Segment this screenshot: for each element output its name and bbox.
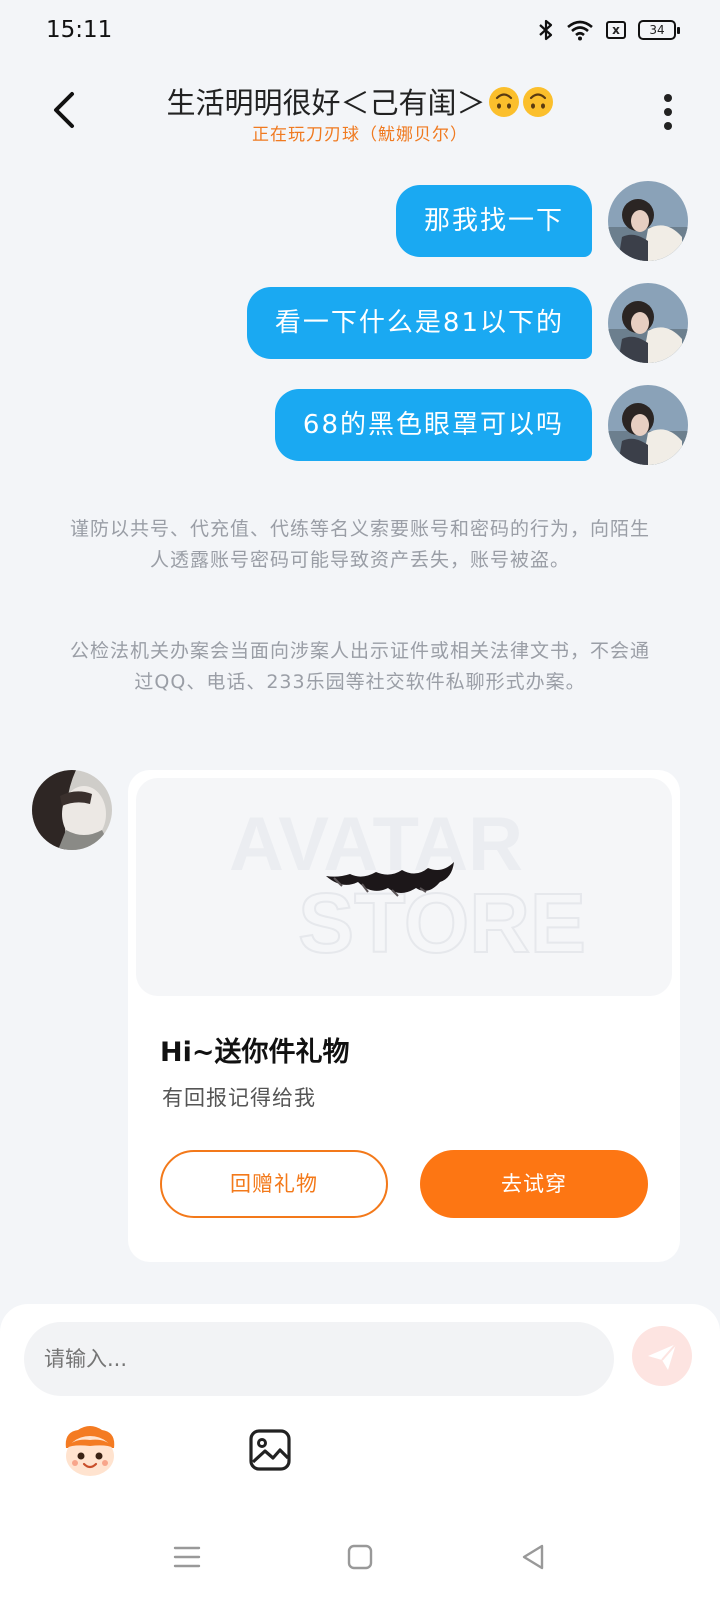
send-icon (648, 1343, 677, 1370)
message-bubble[interactable]: 看一下什么是81以下的 (246, 287, 592, 359)
gift-card[interactable]: AVATAR STORE Hi~送你件礼物 有回报记得给我 回赠礼物 去试穿 (128, 770, 680, 1262)
gift-preview-image: AVATAR STORE (136, 778, 672, 996)
status-time: 15:11 (46, 17, 113, 43)
back-triangle-icon[interactable] (518, 1542, 548, 1572)
chat-status-subtitle: 正在玩刀刃球（魷娜贝尔） (252, 125, 468, 145)
message-input[interactable] (24, 1322, 614, 1396)
gift-card-message: 有回报记得给我 (162, 1086, 316, 1110)
upside-down-face-emoji-icon (522, 87, 553, 117)
safety-notice: 公检法机关办案会当面向涉案人出示证件或相关法律文书，不会通过QQ、电话、233乐… (69, 640, 650, 693)
mascot-emoji-icon[interactable] (60, 1424, 120, 1480)
bluetooth-icon (539, 19, 553, 41)
battery-icon: 34 (638, 20, 680, 40)
message-row-sent: 68的黑色眼罩可以吗 (274, 385, 688, 465)
friend-avatar[interactable] (32, 770, 112, 850)
try-on-button[interactable]: 去试穿 (420, 1150, 648, 1218)
chat-title: 生活明明很好＜己有闺＞ (100, 80, 620, 122)
menu-icon[interactable] (172, 1542, 202, 1572)
wifi-icon (567, 20, 593, 41)
my-avatar[interactable] (608, 181, 688, 261)
no-sim-icon: x (606, 21, 626, 39)
system-navigation-bar (0, 1514, 720, 1600)
home-icon[interactable] (345, 1542, 375, 1572)
more-options-icon[interactable] (662, 92, 674, 132)
message-row-sent: 那我找一下 (395, 181, 688, 261)
chat-title-text: 生活明明很好＜己有闺＞ (166, 86, 486, 120)
my-avatar[interactable] (608, 283, 688, 363)
my-avatar[interactable] (608, 385, 688, 465)
watermark-text-store: STORE (298, 876, 586, 970)
gift-card-title: Hi~送你件礼物 (160, 1037, 350, 1068)
back-arrow-icon[interactable] (46, 88, 86, 132)
message-bubble[interactable]: 那我找一下 (395, 185, 592, 257)
status-icons: x 34 (538, 18, 680, 42)
chat-header: 生活明明很好＜己有闺＞ 正在玩刀刃球（魷娜贝尔） (0, 62, 720, 160)
image-picker-icon[interactable] (248, 1428, 292, 1472)
safety-notice: 谨防以共号、代充值、代练等名义索要账号和密码的行为，向陌生人透露账号密码可能导致… (69, 518, 650, 571)
return-gift-button[interactable]: 回赠礼物 (160, 1150, 388, 1218)
upside-down-face-emoji-icon (488, 87, 519, 117)
message-bubble[interactable]: 68的黑色眼罩可以吗 (274, 389, 592, 461)
message-row-sent: 看一下什么是81以下的 (246, 283, 688, 363)
status-bar: 15:11 x 34 (0, 0, 720, 62)
send-button[interactable] (632, 1326, 692, 1386)
